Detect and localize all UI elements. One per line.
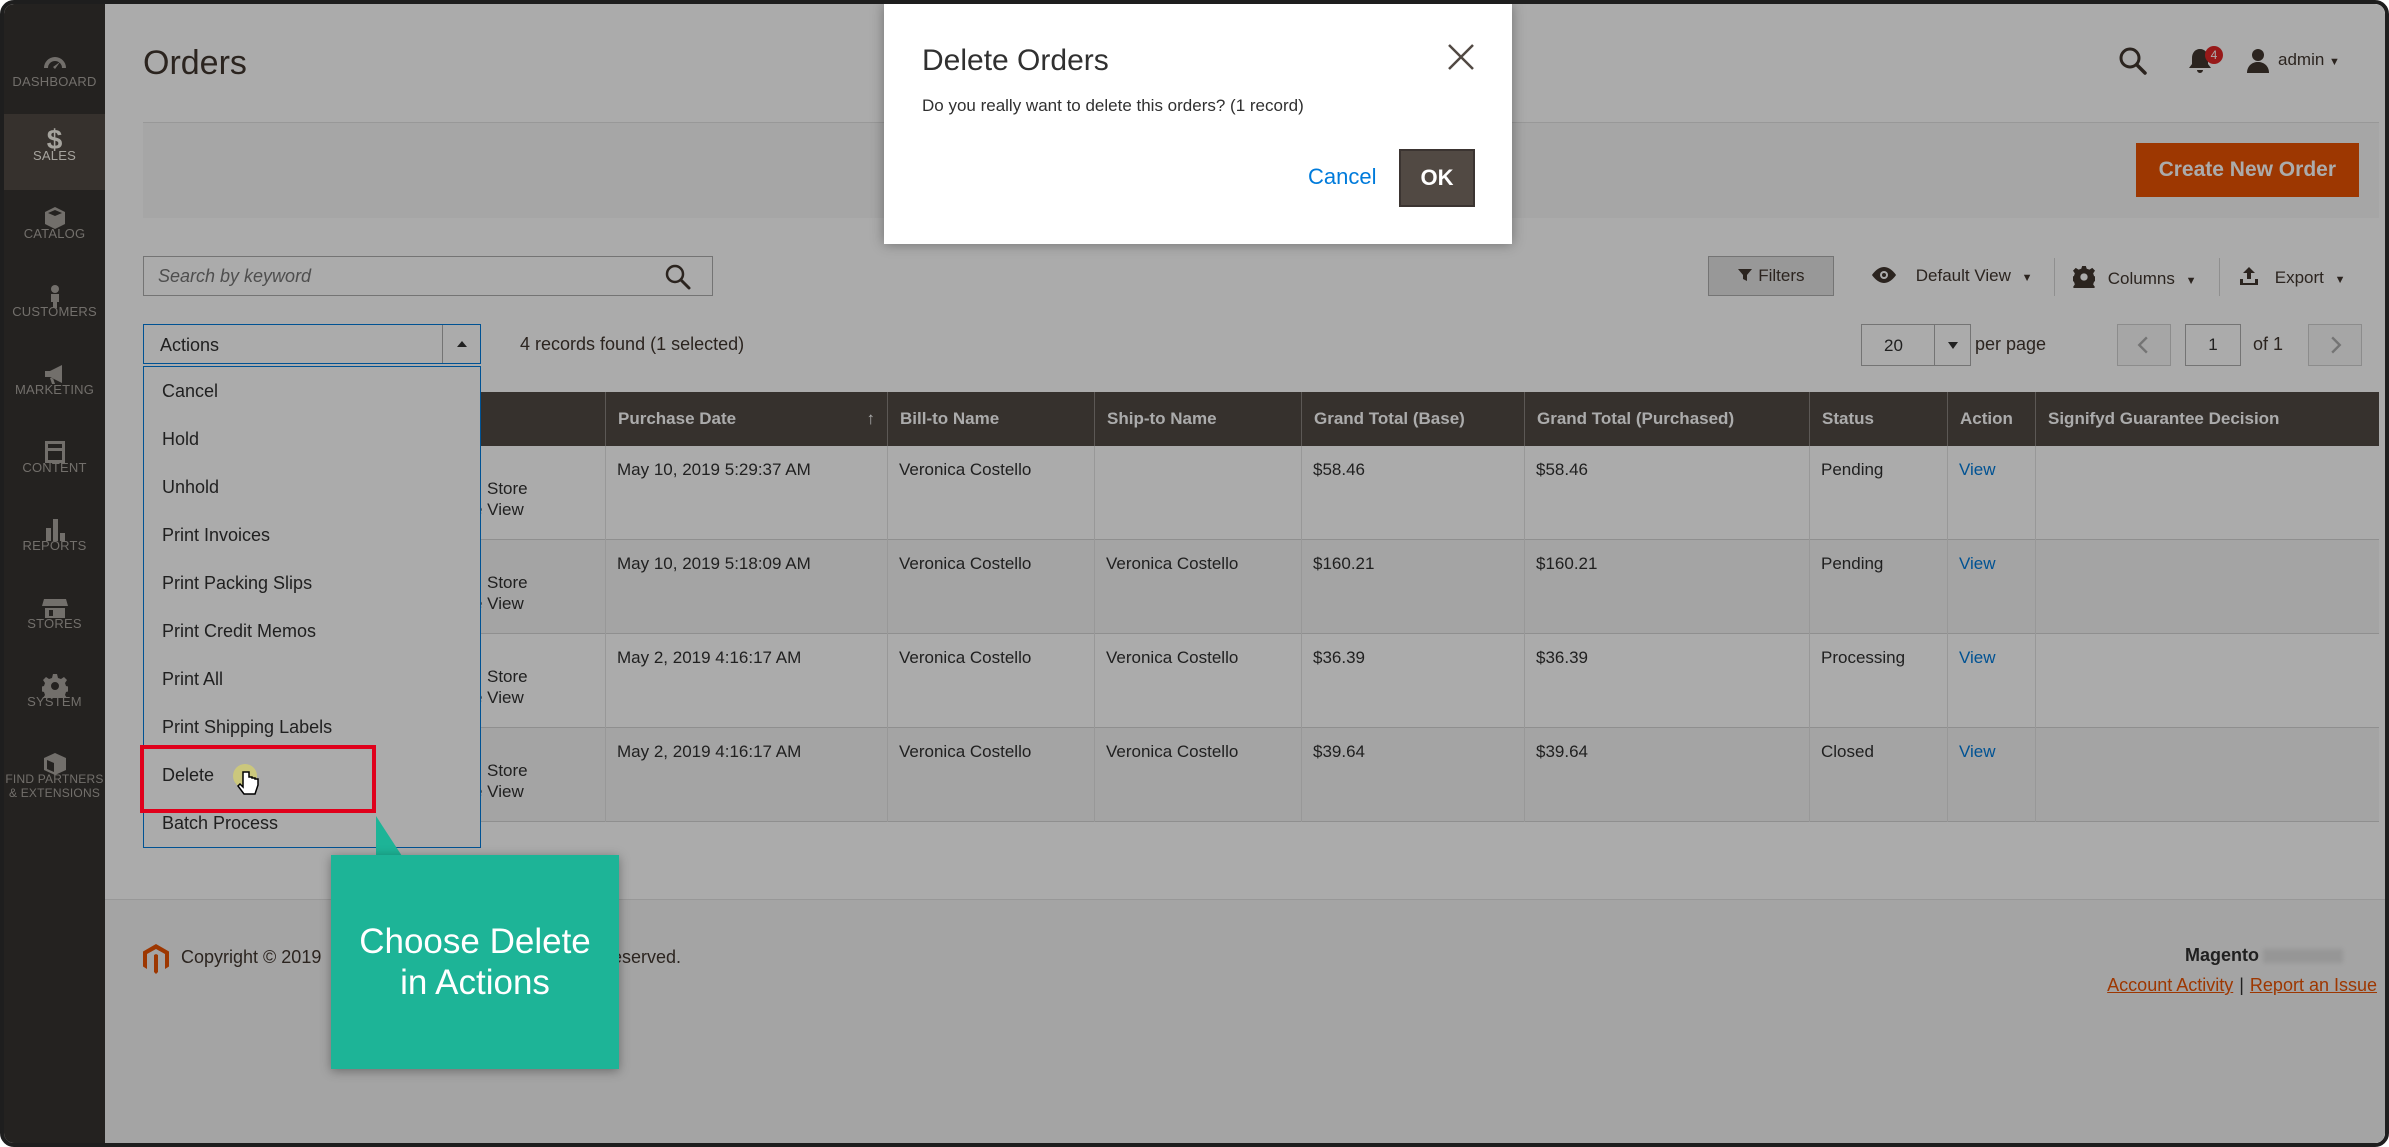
menu-item-print-credit-memos[interactable]: Print Credit Memos [162,621,316,642]
menu-item-print-shipping-labels[interactable]: Print Shipping Labels [162,717,332,738]
instruction-callout: Choose Delete in Actions [331,855,619,1069]
hand-cursor-icon [228,764,268,804]
menu-item-unhold[interactable]: Unhold [162,477,219,498]
menu-item-batch-process[interactable]: Batch Process [162,813,278,834]
modal-message: Do you really want to delete this orders… [922,96,1304,115]
menu-item-hold[interactable]: Hold [162,429,199,450]
callout-pointer [376,816,402,856]
close-icon[interactable] [1446,42,1476,72]
modal-cancel-button[interactable]: Cancel [1308,164,1376,190]
menu-item-cancel[interactable]: Cancel [162,381,218,402]
modal-ok-button[interactable]: OK [1399,149,1475,207]
modal-title: Delete Orders [922,44,1109,77]
menu-item-print-invoices[interactable]: Print Invoices [162,525,270,546]
delete-orders-modal: Delete Orders Do you really want to dele… [884,4,1512,244]
screen-frame: DASHBOARD $ SALES CATALOG CUSTOMERS MARK… [0,0,2389,1147]
menu-item-print-all[interactable]: Print All [162,669,223,690]
menu-item-print-packing-slips[interactable]: Print Packing Slips [162,573,312,594]
